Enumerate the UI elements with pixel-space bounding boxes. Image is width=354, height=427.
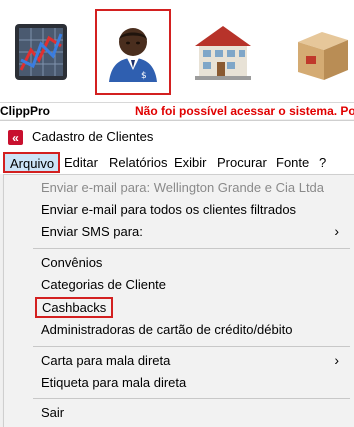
menu-separator	[33, 398, 350, 399]
menu-item-label: Enviar SMS para:	[41, 224, 143, 239]
window-titlebar: « Cadastro de Clientes	[0, 121, 354, 152]
menu-item-label: Cashbacks	[35, 297, 114, 318]
menu-item-label: Etiqueta para mala direta	[41, 375, 187, 390]
status-bar: ClippPro Não foi possível acessar o sist…	[0, 102, 354, 119]
menu-item-label: Convênios	[41, 255, 103, 270]
clipp-logo-icon: «	[8, 130, 23, 145]
menu-item-mail-label[interactable]: Etiqueta para mala direta	[4, 372, 352, 394]
building-icon	[195, 26, 251, 80]
menu-item-exit[interactable]: Sair	[4, 402, 352, 424]
toolbar-button-clientes[interactable]: $	[95, 9, 171, 95]
status-app-name: ClippPro	[0, 104, 50, 118]
window-title: Cadastro de Clientes	[32, 129, 154, 144]
client-registration-window: « Cadastro de Clientes Arquivo Editar Re…	[0, 120, 354, 427]
menu-item-label: Administradoras de cartão de crédito/déb…	[41, 322, 293, 337]
status-error-message: Não foi possível acessar o sistema. Por …	[135, 104, 354, 118]
svg-text:$: $	[141, 71, 147, 81]
toolbar-button-clipppro[interactable]	[3, 9, 79, 95]
menu-item-label: Enviar e-mail para: Wellington Grande e …	[41, 180, 325, 195]
menu-item-convenios[interactable]: Convênios	[4, 252, 352, 274]
arquivo-dropdown-menu: Enviar e-mail para: Wellington Grande e …	[3, 174, 354, 427]
menu-exibir[interactable]: Exibir	[174, 155, 207, 171]
submenu-chevron-icon: ›	[334, 223, 339, 239]
menu-help[interactable]: ?	[319, 155, 326, 171]
menu-item-send-email: Enviar e-mail para: Wellington Grande e …	[4, 177, 352, 199]
menu-item-label: Categorias de Cliente	[41, 277, 167, 292]
submenu-chevron-icon: ›	[334, 352, 339, 368]
main-toolbar: $	[0, 0, 354, 103]
menu-item-send-sms[interactable]: Enviar SMS para: ›	[4, 221, 352, 243]
menu-separator	[33, 346, 350, 347]
package-icon	[298, 32, 348, 80]
menu-relatorios[interactable]: Relatórios	[109, 155, 168, 171]
menu-separator	[33, 248, 350, 249]
toolbar-button-produtos[interactable]	[282, 9, 354, 95]
chart-icon	[15, 24, 67, 80]
menu-item-send-email-filtered[interactable]: Enviar e-mail para todos os clientes fil…	[4, 199, 352, 221]
toolbar-button-empresa[interactable]	[185, 9, 261, 95]
menu-arquivo[interactable]: Arquivo	[3, 152, 61, 173]
menu-item-mail-letter[interactable]: Carta para mala direta ›	[4, 350, 352, 372]
menu-item-label: Sair	[41, 405, 65, 420]
menu-item-label: Enviar e-mail para todos os clientes fil…	[41, 202, 297, 217]
menu-bar: Arquivo Editar Relatórios Exibir Procura…	[0, 152, 354, 174]
menu-item-cashbacks[interactable]: Cashbacks	[4, 296, 352, 318]
client-avatar-icon: $	[109, 28, 157, 82]
menu-item-card-administrators[interactable]: Administradoras de cartão de crédito/déb…	[4, 319, 352, 341]
menu-item-label: Carta para mala direta	[41, 353, 171, 368]
menu-item-client-categories[interactable]: Categorias de Cliente	[4, 274, 352, 296]
menu-editar[interactable]: Editar	[64, 155, 98, 171]
menu-procurar[interactable]: Procurar	[217, 155, 267, 171]
menu-fonte[interactable]: Fonte	[276, 155, 309, 171]
